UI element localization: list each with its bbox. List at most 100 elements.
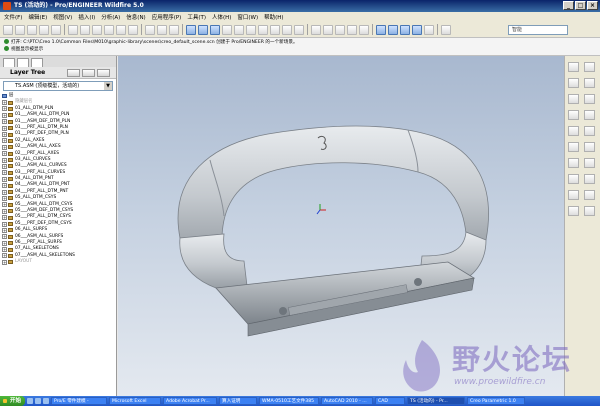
layers-icon[interactable] <box>282 24 292 35</box>
taskbar-item[interactable]: CAD <box>375 397 406 405</box>
taskbar-item[interactable]: WMA-0510工艺文件385 <box>259 397 320 405</box>
zoom-in-icon[interactable] <box>222 24 232 35</box>
shell-icon[interactable] <box>584 142 595 152</box>
minimize-button[interactable]: _ <box>563 1 574 10</box>
sweep-icon[interactable] <box>568 126 579 136</box>
menu-applications[interactable]: 应用程序(P) <box>152 13 182 21</box>
expand-icon[interactable]: + <box>2 144 7 150</box>
copy-icon[interactable] <box>104 24 114 35</box>
active-model-select[interactable]: TS.ASM (顶级模型，活动的) ▼ <box>3 81 113 91</box>
enhanced-realism-icon[interactable] <box>359 24 369 35</box>
datum-plane-tool-icon[interactable] <box>568 62 579 72</box>
new-icon[interactable] <box>3 24 13 35</box>
favorites-tab[interactable] <box>31 58 43 67</box>
expand-icon[interactable]: + <box>2 163 7 169</box>
expand-icon[interactable]: + <box>2 247 7 253</box>
zoom-out-icon[interactable] <box>234 24 244 35</box>
paste-icon[interactable] <box>116 24 126 35</box>
help-icon[interactable] <box>441 24 451 35</box>
expand-icon[interactable]: + <box>2 138 7 144</box>
round-icon[interactable] <box>568 174 579 184</box>
fit-icon[interactable] <box>246 24 256 35</box>
select-box-icon[interactable] <box>169 24 179 35</box>
expand-icon[interactable]: + <box>2 106 7 112</box>
menu-help[interactable]: 帮助(H) <box>264 13 283 21</box>
analysis-feature-icon[interactable] <box>584 94 595 104</box>
expand-icon[interactable]: + <box>2 100 7 106</box>
start-button[interactable]: 开始 <box>0 396 26 406</box>
regenerate-icon[interactable] <box>145 24 155 35</box>
mirror-icon[interactable] <box>568 190 579 200</box>
undo-icon[interactable] <box>68 24 78 35</box>
expand-icon[interactable]: + <box>2 221 7 227</box>
spin-center-icon[interactable] <box>210 24 220 35</box>
sketch-tool-icon[interactable] <box>568 78 579 88</box>
taskbar-item[interactable]: Microsoft Excel <box>109 397 162 405</box>
expand-icon[interactable]: + <box>2 234 7 240</box>
datum-axis-tool-icon[interactable] <box>584 62 595 72</box>
chamfer-icon[interactable] <box>584 174 595 184</box>
menu-view[interactable]: 视图(V) <box>53 13 72 21</box>
taskbar-item[interactable]: Creo Parametric 1.0 <box>467 397 526 405</box>
expand-icon[interactable]: + <box>2 215 7 221</box>
trim-icon[interactable] <box>568 206 579 216</box>
expand-icon[interactable]: + <box>2 240 7 246</box>
taskbar-item[interactable]: AutoCAD 2010 - ... <box>321 397 374 405</box>
email-icon[interactable] <box>51 24 61 35</box>
menu-info[interactable]: 信息(N) <box>126 13 145 21</box>
layer-show-icon[interactable] <box>67 68 81 77</box>
chevron-down-icon[interactable]: ▼ <box>104 82 112 90</box>
filter-select[interactable]: 智能 <box>508 25 568 35</box>
saved-views-icon[interactable] <box>270 24 280 35</box>
expand-icon[interactable]: + <box>2 189 7 195</box>
datum-axis-display-icon[interactable] <box>388 24 398 35</box>
csys-tool-icon[interactable] <box>568 94 579 104</box>
draft-icon[interactable] <box>584 158 595 168</box>
expand-icon[interactable]: + <box>2 195 7 201</box>
menu-analysis[interactable]: 分析(A) <box>101 13 120 21</box>
layer-row[interactable]: + LAYOUT <box>2 259 116 265</box>
no-hidden-icon[interactable] <box>335 24 345 35</box>
quick-launch-icon[interactable] <box>35 398 42 404</box>
taskbar-item[interactable]: Pro/E 零件建模 - <box>51 397 108 405</box>
repaint-icon[interactable] <box>186 24 196 35</box>
quick-launch-icon[interactable] <box>43 398 50 404</box>
menu-window[interactable]: 窗口(W) <box>237 13 258 21</box>
layer-settings-icon[interactable] <box>82 68 96 77</box>
expand-icon[interactable]: + <box>2 112 7 118</box>
menu-human[interactable]: 人体(H) <box>212 13 231 21</box>
expand-icon[interactable]: + <box>2 227 7 233</box>
extrude-icon[interactable] <box>568 110 579 120</box>
menu-tools[interactable]: 工具(T) <box>187 13 206 21</box>
hidden-line-icon[interactable] <box>323 24 333 35</box>
paste-special-icon[interactable] <box>128 24 138 35</box>
taskbar-item[interactable]: TS (活动的) - Pr... <box>407 397 466 405</box>
expand-icon[interactable]: + <box>2 208 7 214</box>
csys-display-icon[interactable] <box>412 24 422 35</box>
expand-icon[interactable]: + <box>2 132 7 138</box>
save-icon[interactable] <box>27 24 37 35</box>
expand-icon[interactable]: + <box>2 125 7 131</box>
hole-icon[interactable] <box>568 142 579 152</box>
view-manager-icon[interactable] <box>294 24 304 35</box>
layer-tree-menu-icon[interactable] <box>97 68 111 77</box>
expand-icon[interactable]: + <box>2 170 7 176</box>
expand-icon[interactable]: + <box>2 253 7 259</box>
quick-launch-icon[interactable] <box>27 398 34 404</box>
menu-insert[interactable]: 插入(I) <box>78 13 95 21</box>
datum-point-display-icon[interactable] <box>400 24 410 35</box>
annotation-display-icon[interactable] <box>424 24 434 35</box>
shading-icon[interactable] <box>347 24 357 35</box>
menu-edit[interactable]: 编辑(E) <box>28 13 47 21</box>
redo-icon[interactable] <box>80 24 90 35</box>
blend-icon[interactable] <box>584 126 595 136</box>
datum-point-tool-icon[interactable] <box>584 78 595 88</box>
expand-icon[interactable]: + <box>2 202 7 208</box>
maximize-button[interactable]: □ <box>575 1 586 10</box>
expand-icon[interactable]: + <box>2 157 7 163</box>
print-icon[interactable] <box>39 24 49 35</box>
search-icon[interactable] <box>157 24 167 35</box>
expand-icon[interactable]: + <box>2 259 7 265</box>
taskbar-item[interactable]: 算入证明 <box>219 397 258 405</box>
revolve-icon[interactable] <box>584 110 595 120</box>
